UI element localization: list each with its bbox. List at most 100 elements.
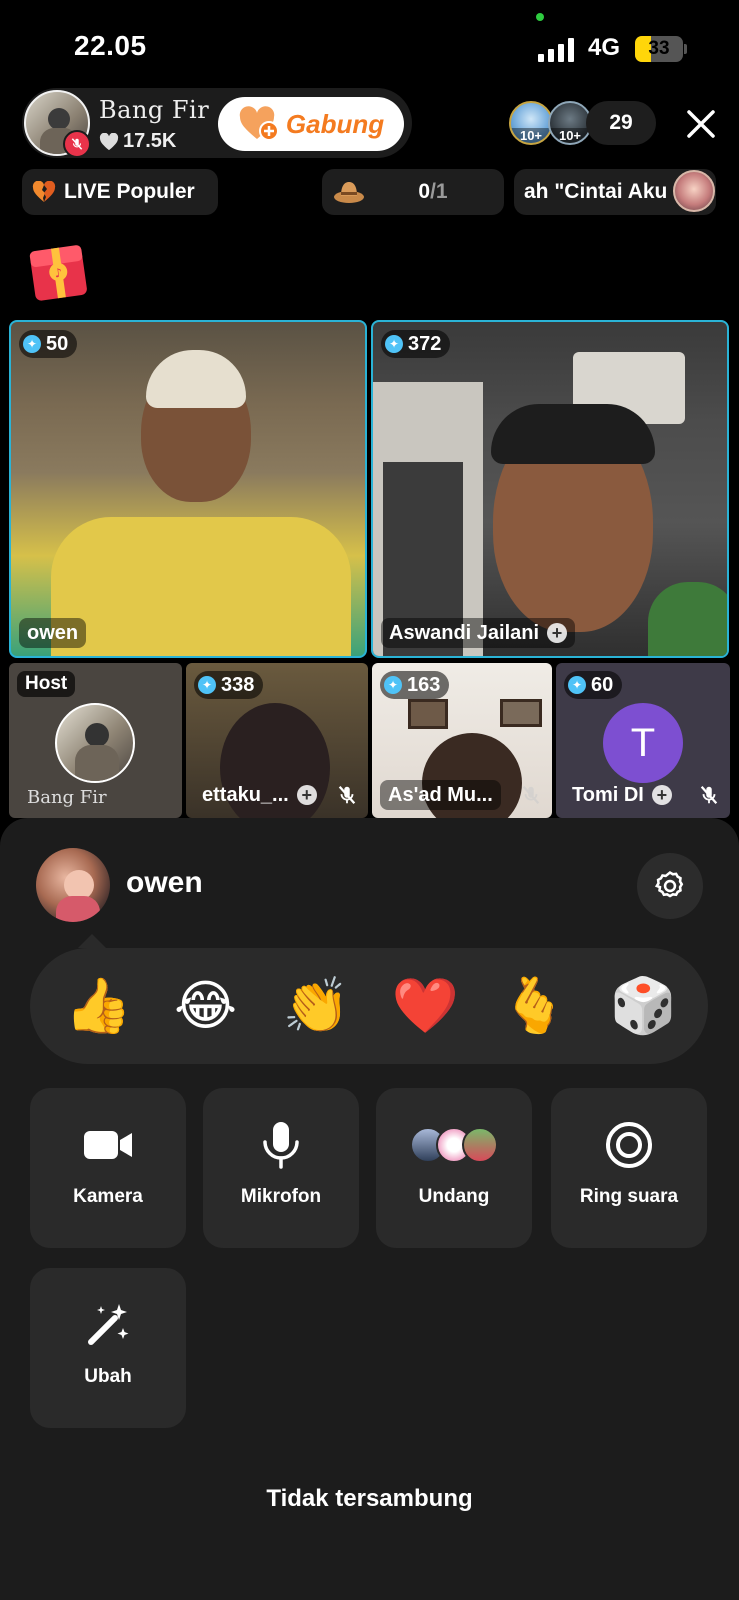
reaction-thumbs-up[interactable]: 👍 xyxy=(65,974,132,1038)
score-value: 50 xyxy=(46,332,69,355)
crystal-icon: ✦ xyxy=(23,335,41,353)
invite-button[interactable]: Undang xyxy=(376,1088,532,1248)
viewer-badge: 10+ xyxy=(511,128,551,143)
participant-name-label: Aswandi Jailani + xyxy=(381,618,576,648)
reaction-dice[interactable]: 🎲 xyxy=(610,974,677,1038)
participant-name: ettaku_... xyxy=(202,783,289,806)
camera-label: Kamera xyxy=(73,1186,143,1207)
gear-icon xyxy=(654,870,684,898)
ring-icon xyxy=(606,1122,652,1168)
ring-label: Ring suara xyxy=(579,1186,679,1207)
network-type: 4G xyxy=(588,34,621,61)
participant-name: Tomi DI xyxy=(572,783,644,806)
participant-name-label: Tomi DI + xyxy=(564,780,680,810)
gift-goal-chip[interactable]: 0/1 xyxy=(322,169,504,215)
broken-heart-icon xyxy=(32,181,56,202)
heart-plus-icon xyxy=(239,106,279,141)
invite-avatars xyxy=(410,1120,498,1170)
crystal-icon: ✦ xyxy=(384,676,402,694)
participant-name: As'ad Mu... xyxy=(388,783,493,806)
camera-button[interactable]: Kamera xyxy=(30,1088,186,1248)
camera-icon xyxy=(84,1131,132,1159)
battery-level: 33 xyxy=(648,38,670,59)
edit-label: Ubah xyxy=(84,1366,132,1387)
reaction-hand-heart[interactable]: 🫰 xyxy=(501,974,568,1038)
reaction-bar: 👍 😂 👏 ❤️ 🫰 🎲 xyxy=(30,948,708,1064)
live-populer-chip[interactable]: LIVE Populer xyxy=(22,169,218,215)
edit-effects-button[interactable]: Ubah xyxy=(30,1268,186,1428)
viewer-count[interactable]: 29 xyxy=(586,101,656,145)
participant-name-label: As'ad Mu... xyxy=(380,780,501,810)
follow-plus-icon[interactable]: + xyxy=(651,785,672,805)
participant-name: owen xyxy=(27,621,79,644)
score-value: 163 xyxy=(407,673,441,696)
host-tile-avatar xyxy=(55,703,135,783)
marquee-avatar[interactable] xyxy=(673,170,715,212)
reaction-clap[interactable]: 👏 xyxy=(283,974,350,1038)
video-tile-tomi[interactable]: ✦ 60 T Tomi DI + xyxy=(556,663,730,818)
crystal-icon: ✦ xyxy=(385,335,403,353)
invite-avatar xyxy=(462,1127,498,1163)
host-tag: Host xyxy=(17,671,76,697)
goal-current: 0 xyxy=(418,180,431,203)
status-time: 22.05 xyxy=(74,30,147,61)
reaction-laugh[interactable]: 😂 xyxy=(174,974,238,1038)
video-tile-ettaku[interactable]: ✦ 338 ettaku_... + xyxy=(186,663,368,818)
join-button[interactable]: Gabung xyxy=(218,97,404,151)
participant-name: Aswandi Jailani xyxy=(389,621,540,644)
heart-icon xyxy=(99,132,119,150)
score-badge: ✦ 338 xyxy=(194,671,264,699)
crystal-icon: ✦ xyxy=(198,676,216,694)
settings-button[interactable] xyxy=(637,853,703,919)
close-icon[interactable] xyxy=(684,107,718,141)
viewer-badge: 10+ xyxy=(550,128,590,143)
reaction-bubble-tail xyxy=(78,934,106,948)
mic-muted-icon xyxy=(338,785,356,805)
user-name: owen xyxy=(126,866,203,899)
connection-status: Tidak tersambung xyxy=(266,1485,473,1512)
mic-off-icon xyxy=(63,130,91,158)
video-tile-asad[interactable]: ✦ 163 As'ad Mu... xyxy=(372,663,552,818)
host-name: Bang Fir xyxy=(99,96,210,124)
video-tile-host[interactable]: Host Bang Fir xyxy=(9,663,182,818)
score-badge: ✦ 163 xyxy=(380,671,450,699)
live-populer-label: LIVE Populer xyxy=(64,180,195,203)
video-feed xyxy=(408,699,448,729)
user-avatar[interactable] xyxy=(36,848,110,922)
mic-muted-icon xyxy=(522,785,540,805)
treasure-box-icon[interactable]: ♪ xyxy=(22,236,94,304)
magic-wand-icon xyxy=(88,1304,129,1345)
host-tile-name: Bang Fir xyxy=(27,787,107,808)
score-value: 60 xyxy=(591,673,614,696)
video-tile-aswandi[interactable]: ✦ 372 Aswandi Jailani + xyxy=(371,320,729,658)
top-viewer-avatar-1[interactable]: 10+ xyxy=(509,101,553,145)
score-badge: ✦ 60 xyxy=(564,671,623,699)
battery-tip xyxy=(684,44,687,54)
goal-total: /1 xyxy=(430,180,448,203)
reaction-heart[interactable]: ❤️ xyxy=(392,974,459,1038)
invite-label: Undang xyxy=(418,1186,490,1207)
signal-icon xyxy=(538,38,574,62)
microphone-label: Mikrofon xyxy=(240,1186,322,1207)
follow-plus-icon[interactable]: + xyxy=(296,785,317,805)
ring-button[interactable]: Ring suara xyxy=(551,1088,707,1248)
participant-name-label: ettaku_... + xyxy=(194,780,325,810)
score-badge: ✦ 50 xyxy=(19,330,78,358)
marquee-text: ah "Cintai Aku xyxy=(524,180,668,203)
mic-muted-icon xyxy=(700,785,718,805)
gift-goal-value: 0/1 xyxy=(322,180,504,204)
crystal-icon: ✦ xyxy=(568,676,586,694)
battery-icon: 33 xyxy=(635,36,683,62)
camera-indicator-dot xyxy=(536,13,544,21)
host-likes-count: 17.5K xyxy=(123,130,177,152)
score-badge: ✦ 372 xyxy=(381,330,451,358)
microphone-button[interactable]: Mikrofon xyxy=(203,1088,359,1248)
microphone-icon xyxy=(263,1122,299,1169)
initial-avatar: T xyxy=(603,703,683,783)
video-tile-owen[interactable]: ✦ 50 owen xyxy=(9,320,367,658)
follow-plus-icon[interactable]: + xyxy=(547,623,568,643)
join-label: Gabung xyxy=(285,108,385,139)
host-likes: 17.5K xyxy=(99,130,176,153)
score-value: 372 xyxy=(408,332,442,355)
participant-name-label: owen xyxy=(19,618,87,648)
